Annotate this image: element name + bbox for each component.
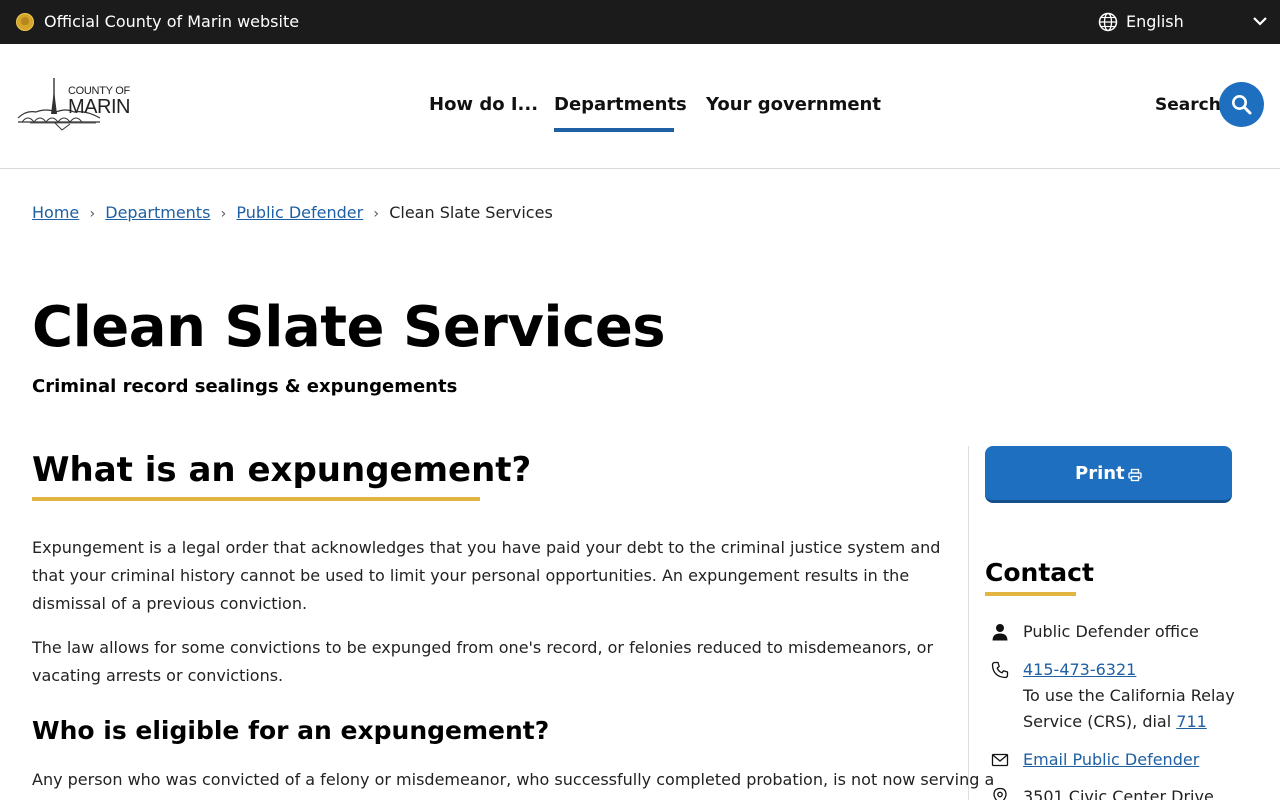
breadcrumb-departments[interactable]: Departments — [105, 203, 210, 222]
phone-icon — [991, 661, 1009, 679]
section-heading-expungement: What is an expungement? — [32, 450, 532, 490]
chevron-right-icon: › — [220, 206, 227, 222]
contact-email-block: Email Public Defender — [1023, 747, 1273, 773]
page-title: Clean Slate Services — [32, 295, 666, 360]
chevron-right-icon: › — [373, 206, 379, 222]
paragraph-law: The law allows for some convictions to b… — [32, 638, 934, 685]
paragraph-eligibility: Any person who was convicted of a felony… — [32, 770, 995, 789]
sidebar-divider — [968, 446, 969, 800]
chevron-right-icon: › — [89, 206, 96, 222]
official-banner: Official County of Marin website English — [0, 0, 1280, 44]
official-site-label: Official County of Marin website — [44, 12, 300, 31]
contact-heading: Contact — [985, 558, 1094, 587]
contact-underline — [985, 592, 1076, 596]
logo-text-marin: MARIN — [68, 96, 130, 118]
nav-how-do-i[interactable]: How do I... — [429, 92, 538, 118]
print-button[interactable]: Print — [985, 446, 1232, 503]
breadcrumb-public-defender[interactable]: Public Defender — [236, 203, 363, 222]
county-seal-icon — [16, 13, 34, 31]
globe-icon — [1098, 12, 1118, 32]
nav-active-indicator — [554, 128, 674, 132]
language-selector[interactable]: English — [1098, 10, 1268, 34]
nav-your-government[interactable]: Your government — [706, 92, 881, 118]
contact-address: 3501 Civic Center Drive — [1023, 787, 1214, 800]
page-subtitle: Criminal record sealings & expungements — [32, 376, 458, 397]
chevron-down-icon — [1253, 17, 1267, 26]
location-pin-icon — [993, 787, 1007, 800]
site-header: COUNTY OF MARIN How do I... Departments … — [0, 44, 1280, 169]
nav-departments[interactable]: Departments — [554, 92, 687, 118]
search-icon — [1232, 95, 1252, 115]
search-button[interactable] — [1219, 82, 1264, 127]
section-heading-eligibility: Who is eligible for an expungement? — [32, 716, 550, 745]
heading-underline — [32, 497, 480, 501]
search-label[interactable]: Search — [1155, 93, 1221, 117]
breadcrumb-current: Clean Slate Services — [389, 203, 553, 222]
contact-office-name: Public Defender office — [1023, 622, 1199, 641]
county-logo[interactable]: COUNTY OF MARIN — [16, 76, 136, 134]
contact-phone-block: 415-473-6321 To use the California Relay… — [1023, 657, 1273, 735]
relay-number-link[interactable]: 711 — [1176, 712, 1207, 731]
phone-link[interactable]: 415-473-6321 — [1023, 660, 1136, 679]
breadcrumb-home[interactable]: Home — [32, 203, 79, 222]
language-label: English — [1126, 12, 1184, 31]
print-label: Print — [1075, 463, 1125, 484]
email-link[interactable]: Email Public Defender — [1023, 750, 1199, 769]
envelope-icon — [991, 753, 1009, 767]
paragraph-definition: Expungement is a legal order that acknow… — [32, 538, 941, 613]
breadcrumb: Home › Departments › Public Defender › Clean S… — [32, 202, 553, 224]
printer-icon — [1128, 468, 1142, 482]
person-icon — [992, 624, 1008, 641]
